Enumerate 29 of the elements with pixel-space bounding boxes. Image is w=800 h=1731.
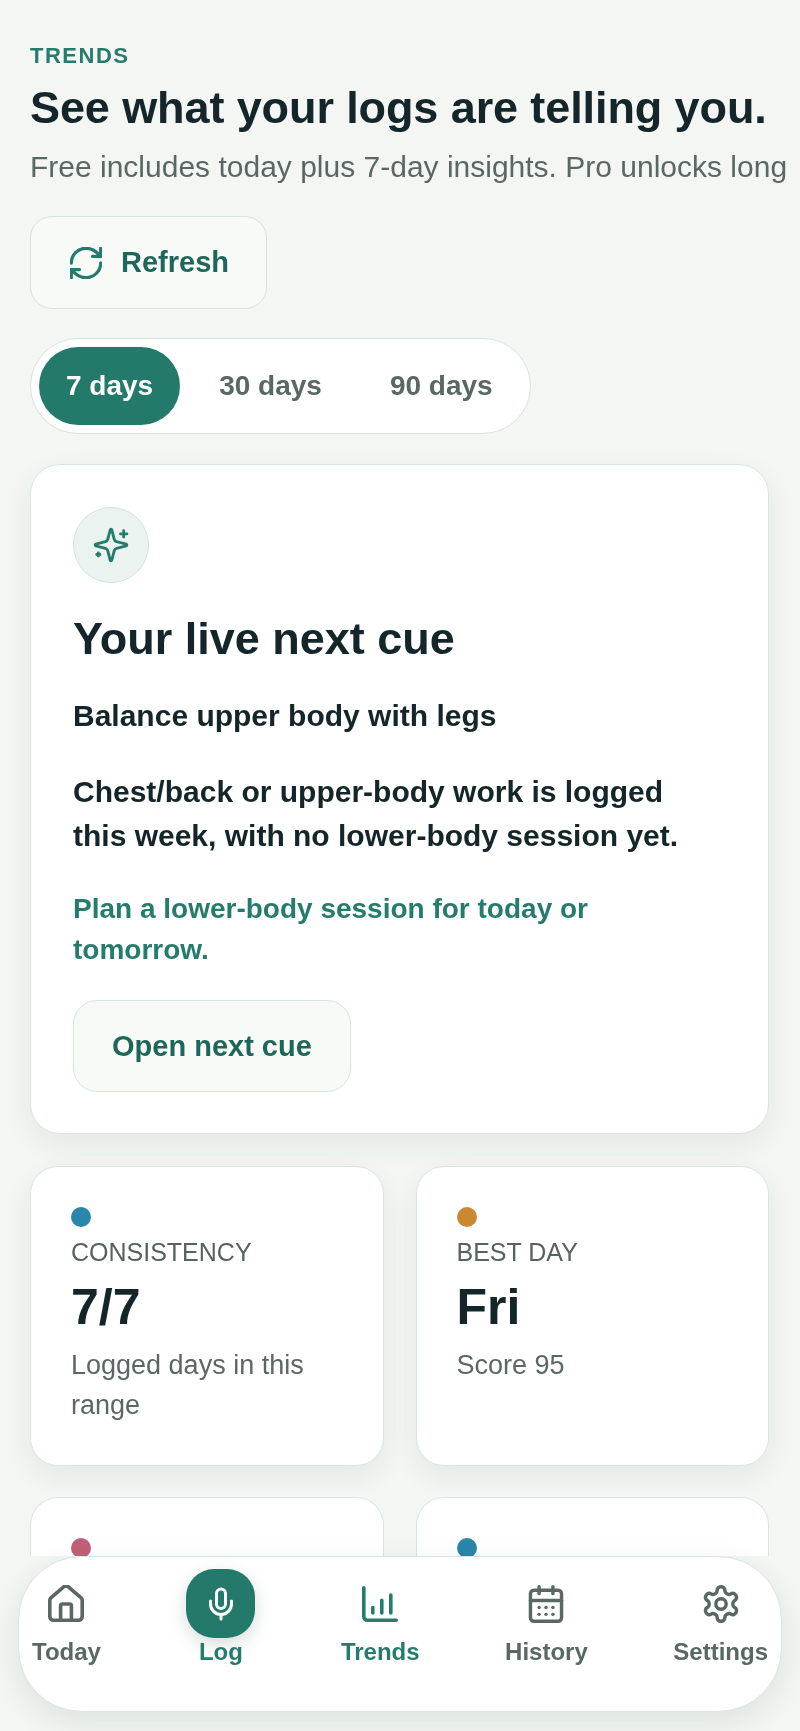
nav-tab[interactable]: History xyxy=(505,1569,588,1663)
stat-note: Score 95 xyxy=(456,1349,565,1382)
range-tab[interactable]: 30 days xyxy=(190,347,351,425)
open-cue-button[interactable]: Open next cue xyxy=(73,1000,351,1092)
nav-tab[interactable]: Today xyxy=(32,1569,101,1663)
stat-value: 7/7 xyxy=(71,1279,141,1335)
stat-label: CONSISTENCY xyxy=(71,1237,252,1267)
nav-tab[interactable]: Settings xyxy=(673,1569,768,1663)
nav-tab[interactable]: Trends xyxy=(340,1569,420,1663)
range-tab[interactable]: 7 days xyxy=(39,347,181,425)
stat-label: BEST DAY xyxy=(456,1237,578,1267)
section-eyebrow: TRENDS xyxy=(30,43,131,69)
settings-icon xyxy=(702,1584,739,1623)
cue-description: Chest/back or upper-body work is logged this week, with no lower-body session yet. xyxy=(73,774,680,854)
mic-icon xyxy=(186,1569,256,1638)
cue-headline: Balance upper body with legs xyxy=(73,698,498,734)
cue-title: Your live next cue xyxy=(73,613,456,665)
stat-value: Fri xyxy=(456,1279,521,1335)
refresh-button[interactable]: Refresh xyxy=(30,216,267,309)
stat-note: Logged days in this range xyxy=(71,1349,305,1422)
cue-suggestion: Plan a lower-body session for today or tomorrow. xyxy=(73,892,589,967)
bar-chart-icon xyxy=(362,1584,399,1623)
nav-action-button[interactable]: Log xyxy=(186,1569,256,1663)
page-title: See what your logs are telling you. xyxy=(30,82,768,134)
calendar-icon xyxy=(528,1584,565,1623)
page-subtitle: Free includes today plus 7-day insights. Pro unlocks long xyxy=(30,149,788,185)
home-icon xyxy=(48,1584,85,1623)
range-tab[interactable]: 90 days xyxy=(360,347,522,425)
refresh-icon xyxy=(70,246,102,279)
